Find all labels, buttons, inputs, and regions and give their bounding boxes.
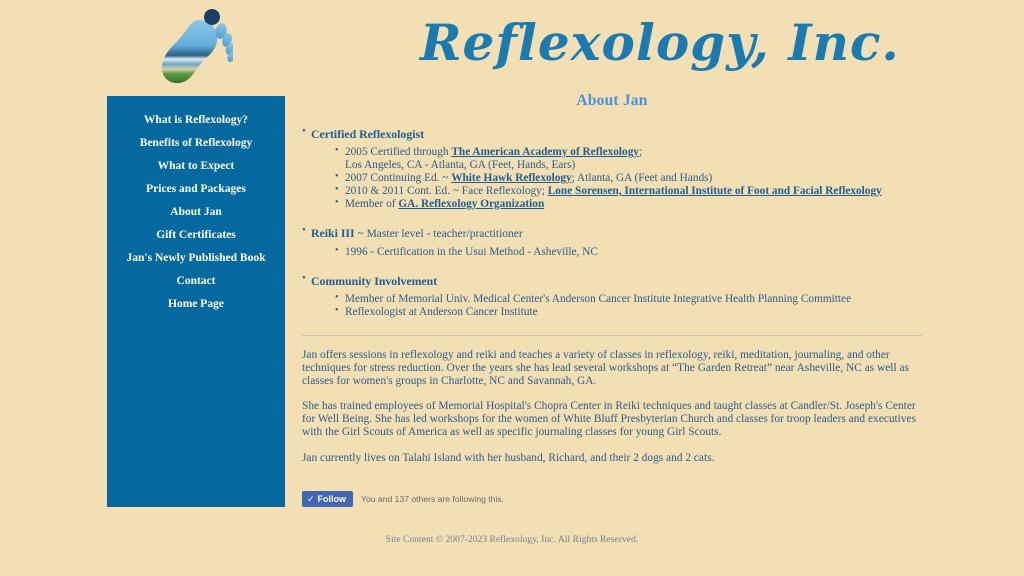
item-text: Reflexologist at Anderson Cancer Institu… [345,306,538,319]
bio-paragraph-1: Jan offers sessions in reflexology and r… [302,348,909,387]
link-white-hawk-reflexology[interactable]: White Hawk Reflexology [451,172,572,184]
link-american-academy-of-reflexology[interactable]: The American Academy of Reflexology [451,146,639,158]
section-heading-suffix: ~ Master level - teacher/practitioner [354,227,523,240]
item-text: 1996 - Certification in the Usui Method … [345,245,598,258]
section-community-involvement: Community Involvement Member of Memorial… [302,272,922,319]
list-item: 1996 - Certification in the Usui Method … [335,245,922,259]
item-text-post: ; Atlanta, GA (Feet and Hands) [571,171,713,184]
follow-status-text: You and 137 others are following this. [361,494,505,504]
item-text: 2005 Certified through [345,146,452,158]
sidebar-item-published-book[interactable]: Jan's Newly Published Book [107,247,285,270]
main-content: About Jan Certified Reflexologist 2005 C… [302,92,922,478]
sidebar-item-about-jan[interactable]: About Jan [107,201,285,224]
follow-button[interactable]: ✓ Follow [302,491,354,507]
sidebar-item-home-page[interactable]: Home Page [107,293,285,316]
list-item: Reflexologist at Anderson Cancer Institu… [335,305,922,319]
section-reiki: Reiki III ~ Master level - teacher/pract… [302,224,922,259]
list-item: 2010 & 2011 Cont. Ed. ~ Face Reflexology… [335,184,922,198]
page-title: About Jan [576,92,648,109]
item-text: 2007 Continuing Ed. ~ [345,171,452,184]
section-heading-text: Community Involvement [311,274,438,289]
section-items: Member of Memorial Univ. Medical Center'… [311,292,922,319]
list-item: Member of GA. Reflexology Organization [335,197,922,211]
sidebar-item-what-to-expect[interactable]: What to Expect [107,155,285,178]
link-ga-reflexology-organization[interactable]: GA. Reflexology Organization [398,198,544,210]
sidebar-item-contact[interactable]: Contact [107,270,285,293]
link-lone-sorensen-institute[interactable]: Lone Sorensen, International Institute o… [548,185,882,197]
section-heading: Reiki III ~ Master level - teacher/pract… [311,225,922,242]
list-item: 2005 Certified through The American Acad… [335,145,922,171]
sidebar-item-gift-certificates[interactable]: Gift Certificates [107,224,285,247]
item-text: Member of [345,197,399,210]
section-heading-text: Reiki III [311,225,355,240]
section-items: 1996 - Certification in the Usui Method … [311,245,922,259]
section-bullet: Reiki III ~ Master level - teacher/pract… [302,224,922,259]
section-divider [302,334,922,336]
check-icon: ✓ [307,493,315,504]
section-certified-reflexologist: Certified Reflexologist 2005 Certified t… [302,125,922,211]
sidebar-nav: What is Reflexology? Benefits of Reflexo… [107,96,285,507]
item-text-line2: Los Angeles, CA - Atlanta, GA (Feet, Han… [345,158,576,171]
follow-button-label: Follow [317,494,347,504]
list-item: Member of Memorial Univ. Medical Center'… [335,292,922,306]
section-heading-text: Certified Reflexologist [311,127,425,141]
section-items: 2005 Certified through The American Acad… [311,145,922,211]
site-title: Reflexology, Inc. [420,13,900,72]
sidebar-item-what-is-reflexology[interactable]: What is Reflexology? [107,109,285,132]
facebook-follow-widget: ✓ Follow You and 137 others are followin… [302,491,504,507]
section-bullet: Certified Reflexologist 2005 Certified t… [302,125,922,211]
item-text: 2010 & 2011 Cont. Ed. ~ Face Reflexology… [345,184,548,197]
section-heading: Certified Reflexologist [311,126,922,142]
section-heading: Community Involvement [311,273,922,289]
site-header: Reflexology, Inc. [0,0,1024,96]
sidebar-item-benefits[interactable]: Benefits of Reflexology [107,132,285,155]
footer-copyright: Site Content © 2007-2023 Reflexology, In… [385,535,639,545]
page-root: Reflexology, Inc. What is Reflexology? B… [0,0,1024,576]
list-item: 2007 Continuing Ed. ~ White Hawk Reflexo… [335,171,922,185]
bio-paragraph-3: Jan currently lives on Talahi Island wit… [302,452,715,465]
item-text: Member of Memorial Univ. Medical Center'… [345,293,852,306]
bio-paragraph-2: She has trained employees of Memorial Ho… [302,400,917,439]
sidebar-item-prices-and-packages[interactable]: Prices and Packages [107,178,285,201]
footprint-beach-logo-icon [155,4,233,90]
section-bullet: Community Involvement Member of Memorial… [302,272,922,319]
item-text-post: ; [639,146,643,158]
